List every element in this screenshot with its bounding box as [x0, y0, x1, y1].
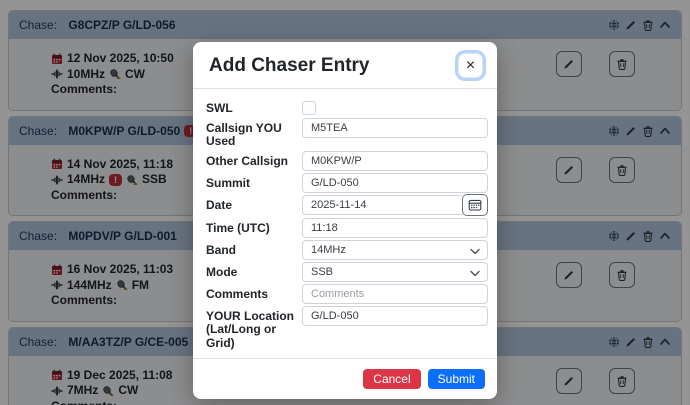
other-callsign-label: Other Callsign: [206, 151, 302, 169]
time-label: Time (UTC): [206, 218, 302, 236]
location-label: YOUR Location (Lat/Long or Grid): [206, 306, 302, 351]
comments-input[interactable]: [302, 284, 488, 304]
other-callsign-input[interactable]: [302, 151, 488, 171]
cancel-button[interactable]: Cancel: [363, 369, 420, 389]
band-label: Band: [206, 240, 302, 258]
callsign-used-input[interactable]: [302, 118, 488, 138]
swl-label: SWL: [206, 98, 302, 116]
date-input[interactable]: [302, 195, 462, 215]
location-input[interactable]: [302, 306, 488, 326]
mode-select[interactable]: SSB: [302, 262, 488, 282]
summit-label: Summit: [206, 173, 302, 191]
modal-body: SWL Callsign YOU Used Other Callsign Sum…: [193, 89, 497, 358]
time-input[interactable]: [302, 218, 488, 238]
modal-title: Add Chaser Entry: [209, 55, 458, 77]
comments-field-label: Comments: [206, 284, 302, 302]
close-button[interactable]: ×: [458, 53, 483, 78]
chevron-down-icon: [470, 270, 480, 277]
callsign-used-label: Callsign YOU Used: [206, 118, 302, 149]
modal-header: Add Chaser Entry ×: [193, 42, 497, 89]
band-select[interactable]: 14MHz: [302, 240, 488, 260]
mode-label: Mode: [206, 262, 302, 280]
modal-footer: Cancel Submit: [193, 358, 497, 399]
summit-input[interactable]: [302, 173, 488, 193]
calendar-icon: [468, 198, 482, 211]
date-label: Date: [206, 195, 302, 213]
close-icon: ×: [466, 58, 475, 74]
add-chaser-entry-modal: Add Chaser Entry × SWL Callsign YOU Used…: [193, 42, 497, 399]
chevron-down-icon: [470, 248, 480, 255]
swl-checkbox[interactable]: [302, 101, 316, 115]
page: Chase: G8CPZ/P G/LD-056 12 Nov 2025, 10:…: [0, 0, 690, 405]
submit-button[interactable]: Submit: [428, 369, 485, 389]
date-picker-button[interactable]: [462, 194, 488, 216]
